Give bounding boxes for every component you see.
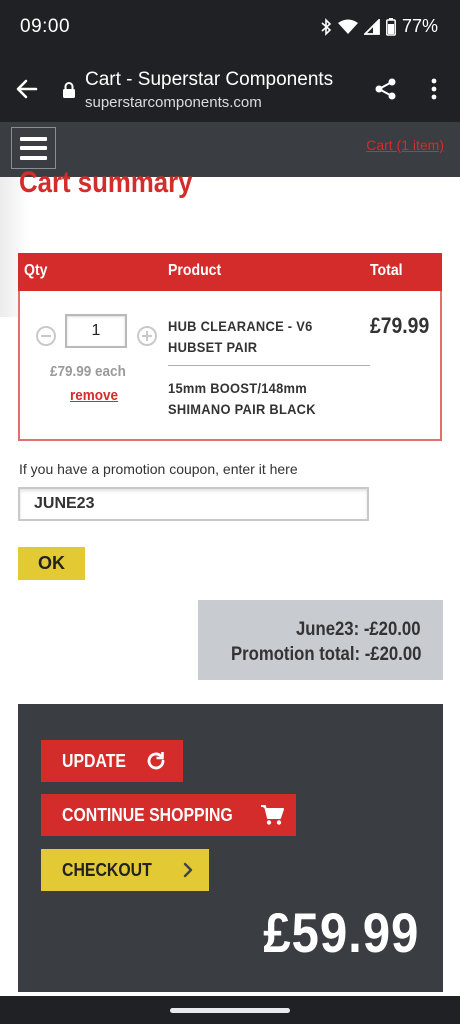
update-button[interactable]: UPDATE [41,740,183,782]
checkout-label: CHECKOUT [62,859,152,880]
coupon-input[interactable] [18,487,369,521]
coupon-label: If you have a promotion coupon, enter it… [19,461,298,477]
row-total: £79.99 [370,313,430,338]
status-icons: 77% [320,16,438,37]
system-nav-bar [0,996,460,1024]
status-bar: 09:00 77% [0,0,460,56]
remove-link[interactable]: remove [70,387,118,404]
more-vert-icon[interactable] [426,77,442,101]
continue-shopping-label: CONTINUE SHOPPING [62,804,233,825]
promotion-line: June23: -£20.00 [296,619,421,640]
wifi-icon [337,19,358,34]
lock-icon [63,82,75,98]
cart-table-header: Qty Product Total [18,253,442,291]
qty-decrease-button[interactable] [36,326,56,346]
page-tab-title[interactable]: Cart - Superstar Components [85,69,333,91]
share-icon[interactable] [374,77,398,101]
product-divider [168,365,370,366]
checkout-button[interactable]: CHECKOUT [41,849,209,891]
promotion-summary: June23: -£20.00 Promotion total: -£20.00 [198,600,443,680]
hamburger-icon[interactable] [11,127,56,169]
refresh-icon [147,752,165,770]
signal-icon [363,18,380,35]
browser-toolbar: Cart - Superstar Components superstarcom… [0,56,460,122]
battery-icon [386,17,396,36]
qty-input[interactable] [65,314,127,348]
back-arrow-icon[interactable] [14,76,40,102]
update-label: UPDATE [62,750,126,771]
battery-percent: 77% [401,16,438,36]
promotion-total: Promotion total: -£20.00 [230,644,421,665]
home-gesture-pill[interactable] [170,1008,290,1013]
grand-total: £59.99 [262,901,419,964]
url-display[interactable]: superstarcomponents.com [85,94,262,111]
bluetooth-icon [321,17,332,36]
qty-increase-button[interactable] [137,326,157,346]
product-name: HUB CLEARANCE - V6 HUBSET PAIR [168,318,313,355]
table-row: £79.99 each remove HUB CLEARANCE - V6 HU… [18,291,442,441]
unit-price: £79.99 each [50,363,126,380]
column-header-qty: Qty [24,262,48,279]
chevron-right-icon [183,862,193,878]
cart-link[interactable]: Cart (1 item) [366,137,444,153]
apply-coupon-button[interactable]: OK [18,547,85,580]
page-title: Cart summary [19,166,193,199]
column-header-product: Product [168,262,222,279]
status-time: 09:00 [20,16,71,37]
continue-shopping-button[interactable]: CONTINUE SHOPPING [41,794,296,836]
product-option: 15mm BOOST/148mm SHIMANO PAIR BLACK [168,380,316,417]
cart-actions-panel: UPDATE CONTINUE SHOPPING CHECKOUT £59.99 [18,704,443,992]
shopping-cart-icon [261,805,284,825]
column-header-total: Total [370,262,403,279]
